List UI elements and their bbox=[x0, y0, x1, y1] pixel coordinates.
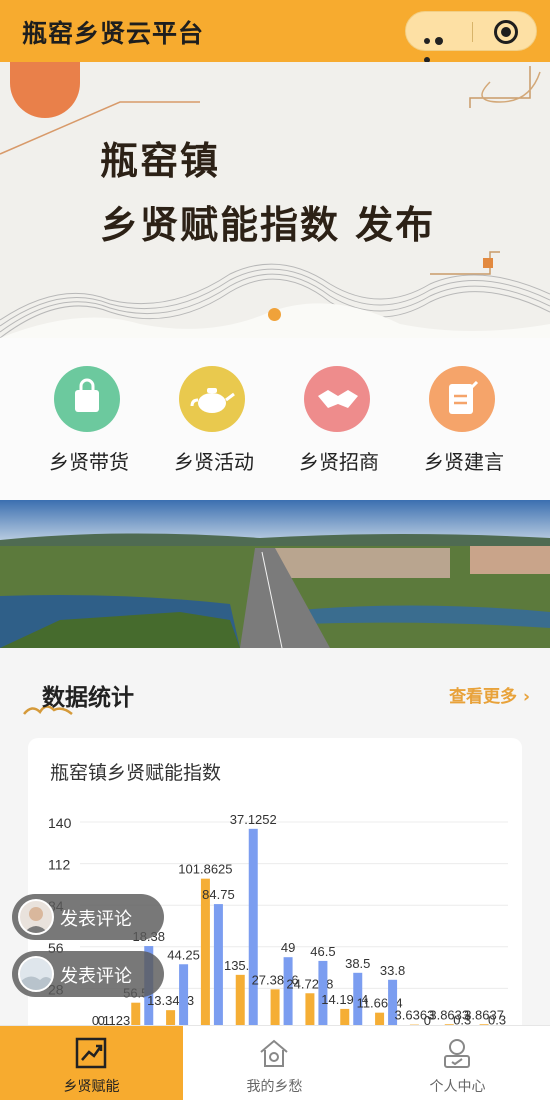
menu-label: 乡贤建言 bbox=[424, 450, 504, 474]
data-label: 38.5 bbox=[345, 956, 370, 971]
comment-label: 发表评论 bbox=[60, 909, 132, 930]
note-icon bbox=[429, 366, 495, 432]
shopping-bag-icon bbox=[54, 366, 120, 432]
more-menu-icon[interactable] bbox=[424, 29, 458, 63]
data-label: 49 bbox=[281, 940, 295, 955]
menu-item-suggestion[interactable]: 乡贤建言 bbox=[409, 366, 519, 486]
user-icon bbox=[444, 1039, 470, 1068]
comment-button[interactable]: 发表评论 bbox=[12, 894, 164, 940]
menu-item-activity[interactable]: 乡贤活动 bbox=[159, 366, 269, 486]
town-aerial-photo[interactable] bbox=[0, 500, 550, 648]
data-label: 37.1252 bbox=[230, 812, 277, 827]
tab-empowerment[interactable]: 乡贤赋能 bbox=[0, 1026, 183, 1100]
menu-label: 乡贤带货 bbox=[49, 450, 129, 474]
tab-label: 我的乡愁 bbox=[246, 1079, 303, 1095]
comment-button[interactable]: 发表评论 bbox=[12, 951, 164, 997]
view-more-link[interactable]: 查看更多 › bbox=[449, 682, 530, 707]
top-bar: 瓶窑乡贤云平台 bbox=[0, 0, 550, 63]
teapot-icon bbox=[179, 366, 245, 432]
close-target-icon[interactable] bbox=[494, 20, 518, 44]
tab-nostalgia[interactable]: 我的乡愁 bbox=[183, 1026, 366, 1100]
menu-label: 乡贤活动 bbox=[174, 450, 254, 474]
comment-label: 发表评论 bbox=[60, 966, 132, 987]
chevron-right-icon: › bbox=[522, 687, 530, 707]
menu-item-investment[interactable]: 乡贤招商 bbox=[284, 366, 394, 486]
house-icon bbox=[260, 1039, 288, 1067]
tab-profile[interactable]: 个人中心 bbox=[366, 1026, 549, 1100]
chart-bar bbox=[283, 957, 293, 1030]
chart-bar bbox=[179, 964, 189, 1030]
avatar bbox=[18, 956, 54, 992]
avatar bbox=[18, 899, 54, 935]
menu-label: 乡贤招商 bbox=[299, 450, 379, 474]
tab-label: 乡贤赋能 bbox=[63, 1079, 120, 1095]
capsule-divider bbox=[472, 22, 473, 42]
banner-title-line1: 瓶窑镇 bbox=[100, 138, 221, 183]
data-label: 84.75 bbox=[202, 887, 235, 902]
data-label: 46.5 bbox=[310, 944, 335, 959]
chart-bar bbox=[270, 989, 280, 1030]
app-title: 瓶窑乡贤云平台 bbox=[22, 19, 205, 48]
section-title: 数据统计 bbox=[42, 685, 134, 711]
banner-title-line2: 乡贤赋能指数 发布 bbox=[100, 202, 436, 247]
trend-chart-icon bbox=[75, 1037, 107, 1069]
y-tick-label: 140 bbox=[48, 815, 72, 831]
chart-bar bbox=[248, 828, 258, 1030]
tab-label: 个人中心 bbox=[429, 1079, 486, 1095]
miniprogram-capsule bbox=[405, 11, 537, 63]
menu-item-shopping[interactable]: 乡贤带货 bbox=[34, 366, 144, 486]
data-label: 44.25 bbox=[167, 947, 200, 962]
quick-menu: 乡贤带货 乡贤活动 乡贤招商 乡贤建言 bbox=[0, 338, 550, 500]
banner-indicator-dot bbox=[268, 308, 281, 321]
chart-bar bbox=[213, 904, 223, 1030]
hero-banner[interactable]: 瓶窑镇 乡贤赋能指数 发布 bbox=[0, 62, 550, 338]
data-label: 33.8 bbox=[380, 963, 405, 978]
bottom-nav: 乡贤赋能 我的乡愁 个人中心 bbox=[0, 1025, 550, 1100]
data-label: 101.8625 bbox=[178, 862, 232, 877]
chart-bar bbox=[235, 974, 245, 1030]
handshake-icon bbox=[304, 366, 370, 432]
y-tick-label: 112 bbox=[48, 857, 71, 873]
